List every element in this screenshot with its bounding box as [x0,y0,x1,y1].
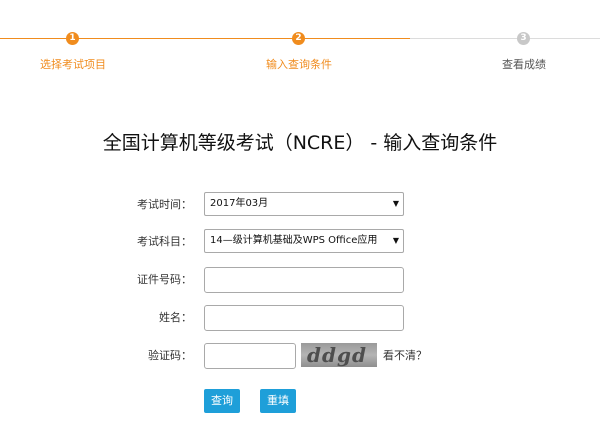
step-label-2: 输入查询条件 [266,58,332,71]
step-number-2: 2 [292,32,305,45]
row-subject: 考试科目： 14—级计算机基础及WPS Office应用 ▼ [0,229,600,255]
query-button[interactable]: 查询 [204,389,240,413]
step-label-3: 查看成绩 [502,58,546,71]
captcha-label: 验证码： [148,349,192,362]
row-exam-time: 考试时间： 2017年03月 ▼ [0,192,600,218]
captcha-image-text: ddgd [307,343,367,367]
captcha-image[interactable]: ddgd [301,343,377,367]
dropdown-arrow-icon: ▼ [392,236,399,245]
id-number-label: 证件号码： [137,273,192,286]
row-id-number: 证件号码： [0,267,600,293]
dropdown-arrow-icon: ▼ [392,199,399,208]
name-input[interactable] [204,305,404,331]
progress-steps: 1 选择考试项目 2 输入查询条件 3 查看成绩 [0,0,600,80]
captcha-input[interactable] [204,343,296,369]
exam-time-value: 2017年03月 [210,198,269,209]
row-name: 姓名： [0,305,600,331]
step-number-3: 3 [517,32,530,45]
page-title: 全国计算机等级考试（NCRE） - 输入查询条件 [102,132,498,154]
row-captcha: 验证码： ddgd 看不清？ [0,343,600,369]
step-label-1: 选择考试项目 [40,58,106,71]
subject-value: 14—级计算机基础及WPS Office应用 [210,235,378,246]
name-label: 姓名： [159,311,192,324]
row-actions: 查询 重填 [0,389,600,415]
subject-label: 考试科目： [137,235,192,248]
exam-time-label: 考试时间： [137,198,192,211]
exam-time-select[interactable]: 2017年03月 ▼ [204,192,404,216]
progress-track-pending [410,38,600,39]
progress-track-done [0,38,410,39]
step-number-1: 1 [66,32,79,45]
reset-button[interactable]: 重填 [260,389,296,413]
page: 1 选择考试项目 2 输入查询条件 3 查看成绩 全国计算机等级考试（NCRE）… [0,0,600,432]
captcha-refresh-link[interactable]: 看不清？ [383,343,427,369]
id-number-input[interactable] [204,267,404,293]
subject-select[interactable]: 14—级计算机基础及WPS Office应用 ▼ [204,229,404,253]
